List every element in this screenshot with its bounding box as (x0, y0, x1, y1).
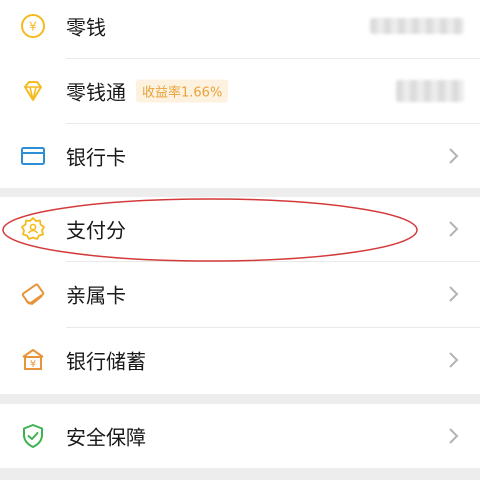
chevron-right-icon (449, 428, 459, 444)
chevron-right-icon (449, 286, 459, 302)
yuan-coin-icon: ¥ (21, 14, 45, 38)
bank-savings-label: 银行储蓄 (66, 349, 146, 374)
diamond-icon (24, 81, 42, 101)
security-row[interactable]: 安全保障 (0, 404, 480, 468)
payment-group-2: 支付分 亲属卡 ¥ 银行储蓄 (0, 197, 480, 394)
svg-text:¥: ¥ (29, 20, 37, 34)
pay-score-row[interactable]: 支付分 (0, 197, 480, 261)
chevron-right-icon (449, 221, 459, 237)
wallet-label: 零钱 (66, 15, 106, 40)
wallet-plus-balance-blurred (396, 80, 464, 102)
family-card-row[interactable]: 亲属卡 (0, 262, 480, 326)
bank-card-row[interactable]: 银行卡 (0, 124, 480, 188)
wallet-plus-label: 零钱通 收益率1.66% (66, 77, 229, 106)
payment-group-3: 安全保障 (0, 404, 480, 468)
wallet-plus-row[interactable]: 零钱通 收益率1.66% (0, 59, 480, 123)
card-icon (21, 147, 45, 165)
payment-group-1: ¥ 零钱 零钱通 收益率1.66% 银行卡 (0, 0, 480, 188)
chevron-right-icon (449, 352, 459, 368)
wallet-plus-title: 零钱通 (66, 80, 126, 105)
security-label: 安全保障 (66, 425, 146, 450)
chevron-right-icon (449, 148, 459, 164)
shield-check-icon (23, 424, 43, 448)
pay-score-label: 支付分 (66, 218, 126, 243)
bank-yuan-icon: ¥ (22, 349, 44, 370)
cards-icon (21, 283, 45, 305)
wallet-balance-blurred (370, 18, 464, 34)
wallet-row[interactable]: ¥ 零钱 (0, 0, 480, 58)
bank-savings-row[interactable]: ¥ 银行储蓄 (0, 328, 480, 392)
family-card-label: 亲属卡 (66, 283, 126, 308)
bank-card-label: 银行卡 (66, 145, 126, 170)
badge-person-icon (21, 217, 45, 240)
svg-text:¥: ¥ (30, 359, 36, 370)
yield-rate-badge: 收益率1.66% (136, 79, 229, 103)
